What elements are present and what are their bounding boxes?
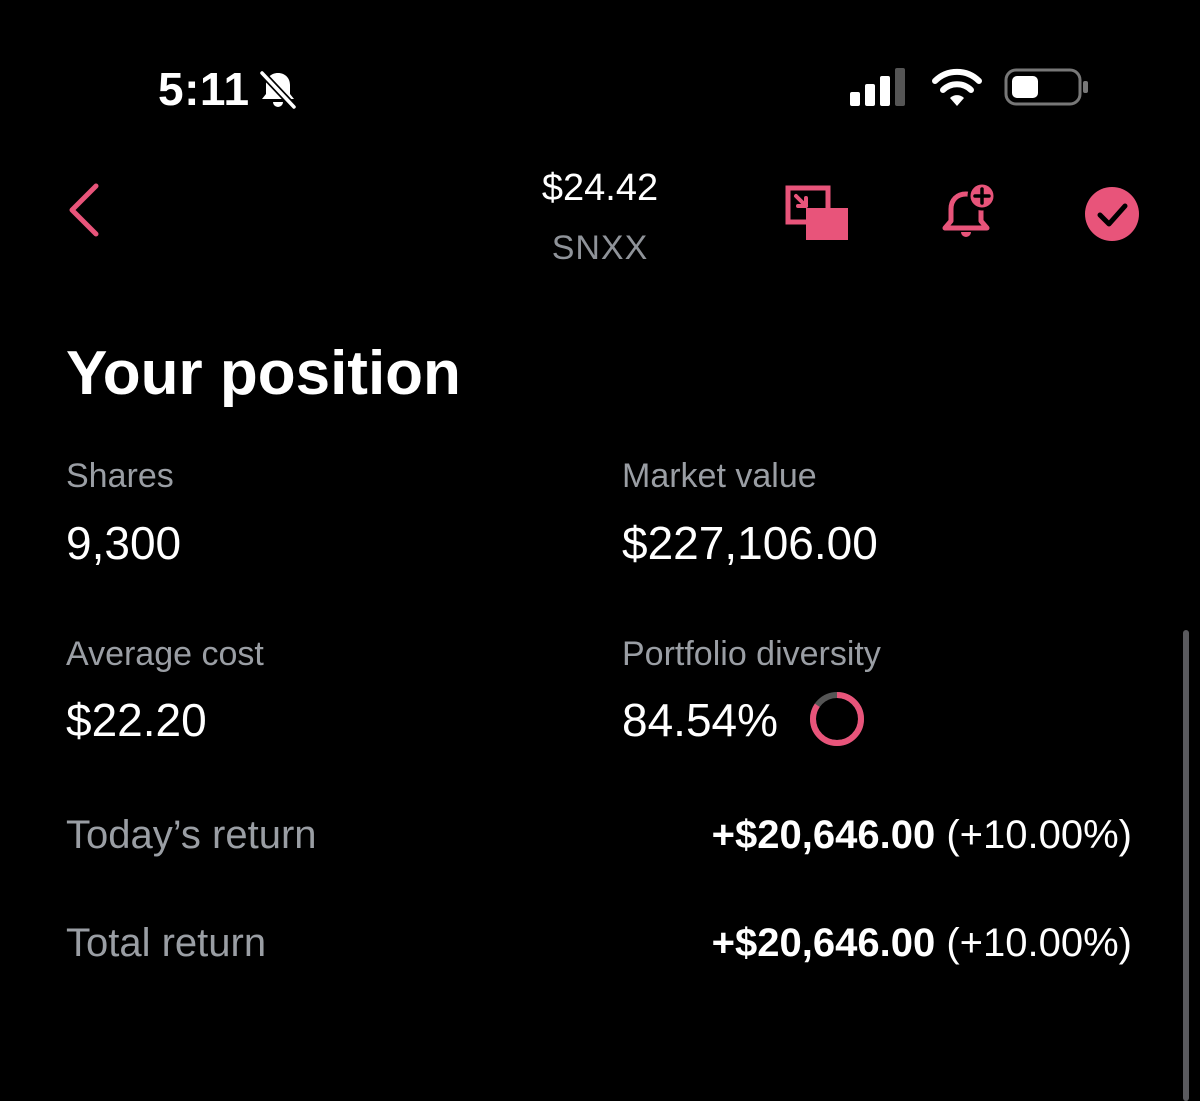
bell-slash-icon: [258, 70, 297, 110]
diversity-label: Portfolio diversity: [622, 635, 881, 673]
todays-return-label: Today’s return: [66, 813, 317, 857]
shares-label: Shares: [66, 457, 174, 495]
status-time-text: 5:11: [158, 63, 250, 115]
header-title: $24.42 SNXX: [450, 166, 750, 268]
wifi-icon: [932, 68, 982, 106]
back-icon[interactable]: [62, 182, 110, 238]
signal-icon: [850, 68, 905, 106]
market-value-label: Market value: [622, 457, 817, 495]
total-return-amount: +$20,646.00: [711, 921, 936, 965]
status-right: [850, 66, 1090, 108]
battery-icon: [1004, 68, 1088, 106]
diversity-value: 84.54%: [622, 694, 779, 746]
check-icon[interactable]: [1084, 186, 1140, 242]
header-symbol: SNXX: [551, 229, 649, 267]
todays-return-percent: (+10.00%): [946, 813, 1132, 857]
avg-cost-label: Average cost: [66, 635, 264, 673]
diversity-ring-icon[interactable]: [808, 690, 866, 748]
todays-return-value: +$20,646.00 (+10.00%): [712, 811, 1132, 859]
status-time: 5:11: [158, 62, 300, 116]
section-title: Your position: [66, 339, 461, 408]
alert-add-icon[interactable]: [936, 180, 1000, 244]
avg-cost-value: $22.20: [66, 694, 207, 746]
market-value-value: $227,106.00: [622, 517, 878, 569]
total-return-percent: (+10.00%): [946, 921, 1132, 965]
header-price: $24.42: [541, 167, 659, 209]
shares-value: 9,300: [66, 517, 182, 569]
scrollbar[interactable]: [1183, 630, 1189, 1101]
todays-return-amount: +$20,646.00: [711, 813, 936, 857]
pip-icon[interactable]: [784, 184, 850, 242]
app-screen: 5:11 $24.42 SNXX Your position Shares 9,…: [0, 0, 1200, 1101]
total-return-label: Total return: [66, 921, 267, 965]
total-return-value: +$20,646.00 (+10.00%): [712, 919, 1132, 967]
